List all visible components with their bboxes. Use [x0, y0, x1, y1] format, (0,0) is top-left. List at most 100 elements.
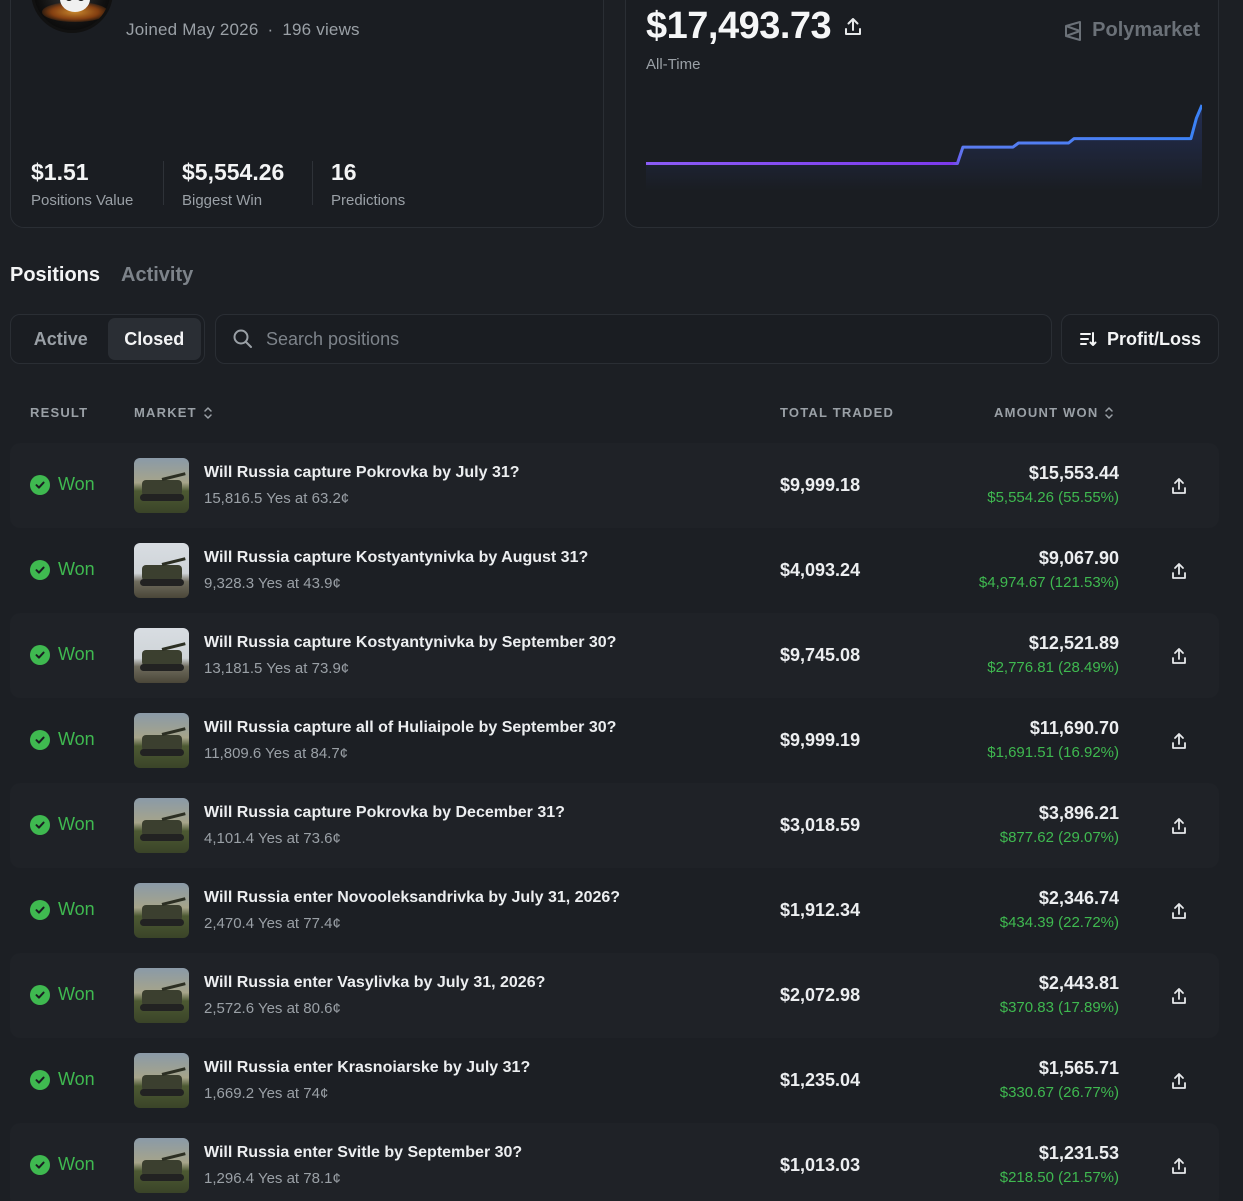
market-title[interactable]: Will Russia capture all of Huliaipole by… [204, 719, 616, 737]
table-row[interactable]: Won Will Russia capture Kostyantynivka b… [10, 613, 1219, 698]
tank-tracks [140, 1174, 184, 1181]
tab-positions[interactable]: Positions [10, 264, 100, 287]
table-row[interactable]: Won Will Russia enter Vasylivka by July … [10, 953, 1219, 1038]
share-icon[interactable] [1170, 816, 1188, 836]
pnl-chart [646, 104, 1202, 191]
stat-biggest-win: $5,554.26 Biggest Win [182, 159, 284, 209]
amount-won: $9,067.90 [1038, 548, 1119, 568]
header-amount-won-label: AMOUNT WON [994, 405, 1099, 420]
tank-tracks [140, 579, 184, 586]
share-icon[interactable] [1170, 646, 1188, 666]
avatar[interactable] [31, 0, 113, 33]
table-row[interactable]: Won Will Russia enter Novooleksandrivka … [10, 868, 1219, 953]
market-position: 15,816.5 Yes at 63.2¢ [204, 490, 350, 507]
profit-amount: $218.50 (21.57%) [999, 1169, 1119, 1186]
check-circle-icon [30, 899, 50, 920]
market-thumbnail[interactable] [134, 798, 189, 853]
tank-tracks [140, 919, 184, 926]
search-input[interactable] [266, 328, 1026, 350]
result-badge: Won [30, 1154, 95, 1175]
profit-amount: $877.62 (29.07%) [999, 829, 1119, 846]
market-thumbnail[interactable] [134, 1053, 189, 1108]
market-title[interactable]: Will Russia capture Pokrovka by July 31? [204, 464, 520, 482]
amount-won: $2,346.74 [1038, 888, 1119, 908]
check-circle-icon [30, 814, 50, 835]
header-market[interactable]: MARKET [134, 405, 213, 420]
polymarket-icon [1065, 20, 1082, 41]
pnl-amount: $17,493.73 [646, 5, 832, 47]
market-title[interactable]: Will Russia enter Svitle by September 30… [204, 1144, 522, 1162]
share-icon[interactable] [1170, 561, 1188, 581]
market-title[interactable]: Will Russia enter Krasnoiarske by July 3… [204, 1059, 530, 1077]
table-row[interactable]: Won Will Russia capture Pokrovka by July… [10, 443, 1219, 528]
total-traded: $9,999.18 [780, 475, 861, 495]
table-row[interactable]: Won Will Russia capture Pokrovka by Dece… [10, 783, 1219, 868]
filter-active[interactable]: Active [14, 318, 108, 360]
filter-closed[interactable]: Closed [107, 318, 201, 360]
result-badge: Won [30, 644, 95, 665]
market-thumbnail[interactable] [134, 968, 189, 1023]
table-row[interactable]: Won Will Russia enter Svitle by Septembe… [10, 1123, 1219, 1201]
share-icon[interactable] [1170, 476, 1188, 496]
total-traded: $9,745.08 [780, 645, 861, 665]
sort-button[interactable]: Profit/Loss [1061, 314, 1219, 364]
tank-tracks [140, 1004, 184, 1011]
share-icon[interactable] [1170, 1156, 1188, 1176]
sort-icon [1079, 332, 1097, 346]
stat-value: 16 [331, 159, 357, 185]
profit-amount: $330.67 (26.77%) [999, 1084, 1119, 1101]
sort-updown-icon [1105, 406, 1114, 419]
stat-predictions: 16 Predictions [331, 159, 405, 209]
market-position: 11,809.6 Yes at 84.7¢ [204, 745, 349, 762]
check-circle-icon [30, 729, 50, 750]
market-thumbnail[interactable] [134, 713, 189, 768]
market-title[interactable]: Will Russia enter Novooleksandrivka by J… [204, 889, 620, 907]
share-icon[interactable] [1170, 731, 1188, 751]
result-label: Won [58, 644, 95, 664]
brand-name: Polymarket [1092, 19, 1200, 41]
stat-label: Predictions [331, 192, 406, 209]
market-thumbnail[interactable] [134, 1138, 189, 1193]
share-icon[interactable] [844, 17, 862, 37]
market-title[interactable]: Will Russia enter Vasylivka by July 31, … [204, 974, 545, 992]
result-label: Won [58, 1154, 95, 1174]
stat-divider [163, 161, 164, 205]
share-icon[interactable] [1170, 1071, 1188, 1091]
market-title[interactable]: Will Russia capture Kostyantynivka by Se… [204, 634, 616, 652]
tab-activity[interactable]: Activity [121, 264, 193, 287]
market-position: 2,572.6 Yes at 80.6¢ [204, 1000, 341, 1017]
market-title[interactable]: Will Russia capture Kostyantynivka by Au… [204, 549, 588, 567]
total-traded: $2,072.98 [780, 985, 861, 1005]
profile-card: Joined May 2026 · 196 views $1.51 Position… [10, 0, 604, 228]
search-box [215, 314, 1052, 364]
check-circle-icon [30, 1154, 50, 1175]
amount-won: $2,443.81 [1038, 973, 1119, 993]
market-thumbnail[interactable] [134, 543, 189, 598]
status-filter: Active Closed [10, 314, 205, 364]
header-amount-won[interactable]: AMOUNT WON [994, 405, 1114, 420]
profit-amount: $2,776.81 (28.49%) [987, 659, 1119, 676]
result-label: Won [58, 729, 95, 749]
header-total-traded: TOTAL TRADED [780, 405, 894, 420]
share-icon[interactable] [1170, 901, 1188, 921]
profit-amount: $370.83 (17.89%) [999, 999, 1119, 1016]
profit-amount: $1,691.51 (16.92%) [987, 744, 1119, 761]
amount-won: $3,896.21 [1038, 803, 1119, 823]
market-thumbnail[interactable] [134, 883, 189, 938]
table-row[interactable]: Won Will Russia capture all of Huliaipol… [10, 698, 1219, 783]
table-row[interactable]: Won Will Russia capture Kostyantynivka b… [10, 528, 1219, 613]
tank-tracks [140, 749, 184, 756]
result-label: Won [58, 899, 95, 919]
market-thumbnail[interactable] [134, 458, 189, 513]
market-title[interactable]: Will Russia capture Pokrovka by December… [204, 804, 565, 822]
total-traded: $3,018.59 [780, 815, 861, 835]
market-thumbnail[interactable] [134, 628, 189, 683]
stat-value: $1.51 [31, 159, 89, 185]
result-badge: Won [30, 899, 95, 920]
stat-label: Positions Value [31, 192, 134, 209]
share-icon[interactable] [1170, 986, 1188, 1006]
table-row[interactable]: Won Will Russia enter Krasnoiarske by Ju… [10, 1038, 1219, 1123]
sort-updown-icon [204, 406, 212, 419]
stat-value: $5,554.26 [182, 159, 285, 185]
result-label: Won [58, 474, 95, 494]
